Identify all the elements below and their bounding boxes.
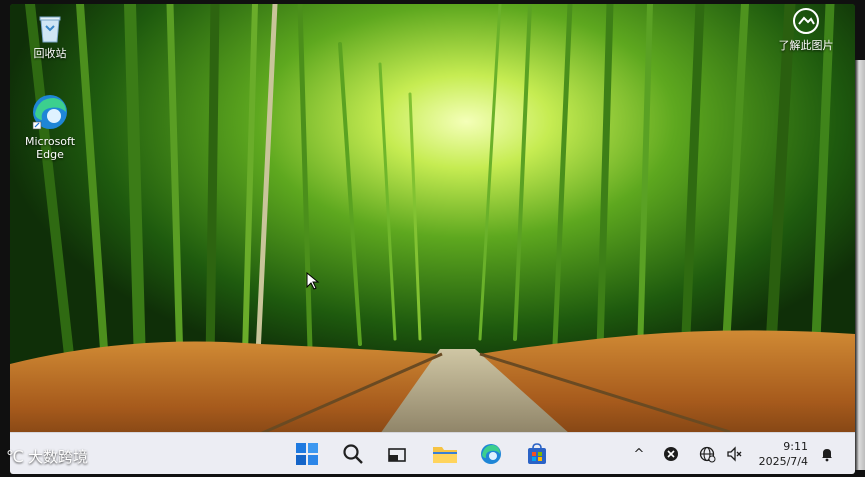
learn-about-picture-label: 了解此图片 [778,39,834,52]
clock-time: 9:11 [783,440,808,453]
monitor-bezel [855,60,865,470]
watermark-logo-icon: ℃ [6,447,24,466]
speaker-muted-icon [727,446,742,462]
windows-start-icon [296,443,318,465]
tray-overflow-button[interactable]: ^ [628,443,650,465]
edge-browser-icon [32,95,67,130]
taskbar-search-button[interactable] [338,439,368,469]
microsoft-store-icon [528,443,546,464]
taskbar: ^ 9:11 2025/7/4 [10,432,855,474]
network-button[interactable] [696,443,718,465]
microsoft-store-button[interactable] [522,439,552,469]
notification-bell-icon [822,449,832,462]
start-button[interactable] [292,439,322,469]
desktop-icon-learn-about-picture[interactable]: 了解此图片 [766,6,846,52]
task-view-icon [388,448,406,462]
network-globe-icon [699,446,715,462]
file-explorer-button[interactable] [430,439,460,469]
edge-label-line2: Edge [36,148,64,161]
task-view-button[interactable] [382,439,412,469]
search-icon [343,444,363,464]
desktop-icon-recycle-bin[interactable]: 回收站 [14,12,86,60]
recycle-bin-icon [39,16,61,43]
edge-label-line1: Microsoft [24,135,76,148]
monitor-frame: 回收站 Microsoft Edge 了解此图片 ^ 9:11 2025/7/4… [0,0,865,477]
edge-browser-icon [481,444,501,464]
tray-app-button[interactable] [660,443,682,465]
camera-info-icon [793,8,819,34]
volume-button[interactable] [724,443,746,465]
desktop-icon-edge[interactable]: Microsoft Edge [14,92,86,161]
clock-date: 2025/7/4 [758,455,808,468]
desktop-screen: 回收站 Microsoft Edge 了解此图片 ^ 9:11 2025/7/4 [10,4,855,474]
notification-center-button[interactable] [816,443,838,465]
wallpaper-bamboo-forest [10,4,855,474]
mouse-cursor-icon [306,272,320,290]
recycle-bin-label: 回收站 [33,47,67,60]
chevron-up-icon: ^ [633,446,645,462]
watermark-overlay: ℃ 大数跨境 [6,446,88,467]
watermark-text: 大数跨境 [27,448,88,466]
edge-taskbar-button[interactable] [476,439,506,469]
close-circle-icon [664,447,678,461]
taskbar-clock[interactable]: 9:11 2025/7/4 [752,439,808,469]
file-explorer-icon [433,447,457,463]
